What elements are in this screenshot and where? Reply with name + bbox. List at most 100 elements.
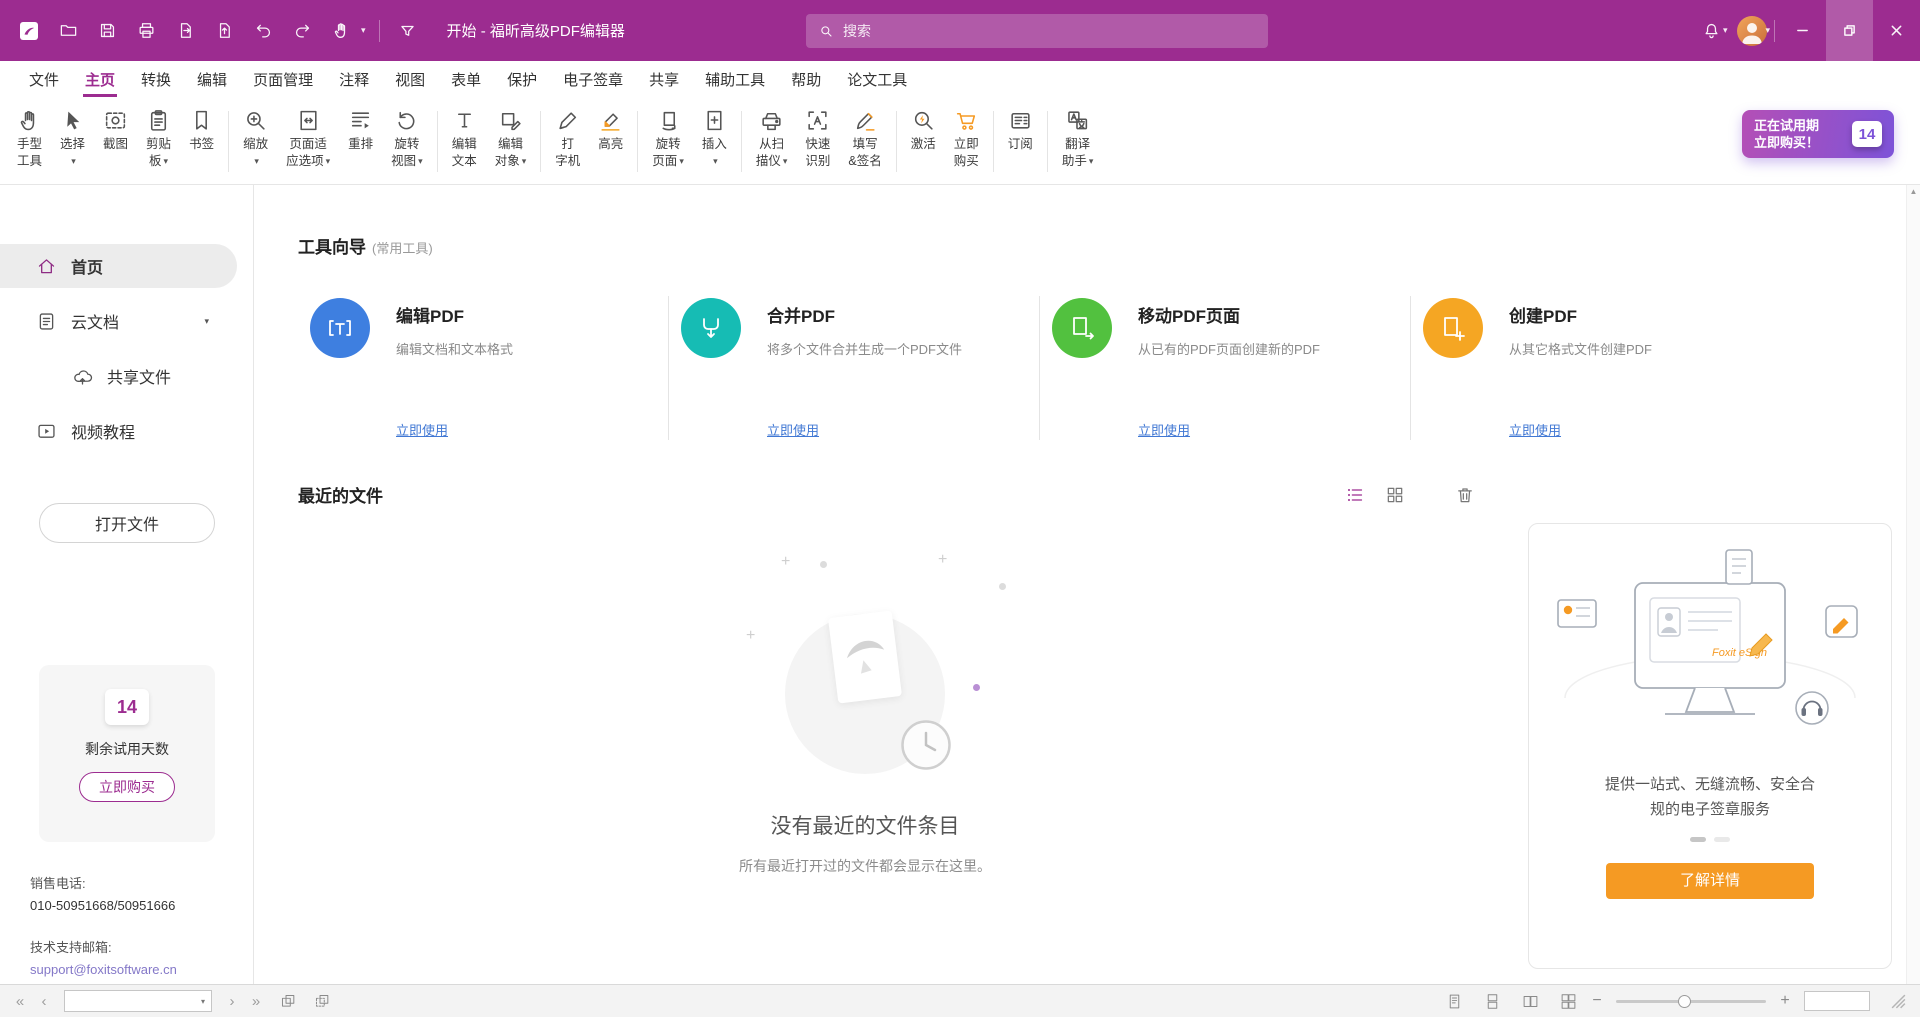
chevron-down-icon[interactable]: ▾ [204, 316, 209, 327]
use-now-link[interactable]: 立即使用 [1509, 420, 1561, 439]
filter-tool-icon[interactable] [393, 16, 423, 46]
snapshot-tool-icon[interactable] [278, 991, 298, 1011]
ribbon-edit-object[interactable]: 编辑对象▾ [486, 103, 536, 170]
search-bar[interactable] [806, 14, 1268, 48]
ribbon-from-scanner[interactable]: 从扫描仪▾ [747, 103, 797, 170]
ribbon-reflow[interactable]: 重排 [339, 103, 382, 170]
tool-card-merge-pdf[interactable]: 合并PDF 将多个文件合并生成一个PDF文件 立即使用 [669, 296, 1040, 440]
trial-banner[interactable]: 正在试用期 立即购买！ 14 [1742, 110, 1894, 158]
open-file-button[interactable]: 打开文件 [39, 503, 215, 543]
clipboard-copy-icon[interactable] [312, 991, 332, 1011]
restore-window-button[interactable] [1826, 0, 1873, 61]
ribbon-buy-now[interactable]: 立即购买 [945, 103, 988, 170]
ribbon-subscribe[interactable]: 订阅 [999, 103, 1042, 170]
tool-card-title: 编辑PDF [396, 302, 513, 327]
continuous-view-button[interactable] [1482, 991, 1502, 1011]
minimize-button[interactable] [1779, 0, 1826, 61]
chevron-down-icon[interactable]: ▾ [195, 997, 211, 1006]
open-folder-icon[interactable] [53, 16, 83, 46]
ribbon-hand-tool[interactable]: 手型工具 [8, 103, 51, 170]
page-number-input[interactable] [65, 994, 195, 1008]
menu-convert[interactable]: 转换 [128, 61, 184, 98]
use-now-link[interactable]: 立即使用 [767, 420, 819, 439]
redo-icon[interactable] [287, 16, 317, 46]
ribbon-snapshot[interactable]: 截图 [94, 103, 137, 170]
search-input[interactable] [843, 23, 1256, 39]
ribbon-zoom[interactable]: 缩放▾ [234, 103, 277, 170]
menu-home[interactable]: 主页 [72, 61, 128, 98]
menu-view[interactable]: 视图 [382, 61, 438, 98]
facing-view-button[interactable] [1520, 991, 1540, 1011]
ribbon-highlight[interactable]: 高亮 [589, 103, 632, 170]
print-icon[interactable] [131, 16, 161, 46]
ribbon-typewriter[interactable]: 打字机 [546, 103, 589, 170]
grid-view-button[interactable] [1384, 484, 1406, 506]
ribbon-bookmark[interactable]: 书签 [180, 103, 223, 170]
learn-more-button[interactable]: 了解详情 [1606, 863, 1814, 899]
tool-card-move-pdf-pages[interactable]: 移动PDF页面 从已有的PDF页面创建新的PDF 立即使用 [1040, 296, 1411, 440]
chevron-down-icon[interactable]: ▾ [1765, 25, 1770, 36]
sidebar-item-cloud-docs[interactable]: 云文档 ▾ [0, 299, 253, 343]
last-page-button[interactable]: » [248, 993, 264, 1010]
use-now-link[interactable]: 立即使用 [1138, 420, 1190, 439]
hand-tool-quick-icon[interactable] [326, 16, 356, 46]
ribbon-quick-ocr[interactable]: 快速识别 [796, 103, 839, 170]
zoom-slider-handle[interactable] [1678, 995, 1691, 1008]
menu-comment[interactable]: 注释 [326, 61, 382, 98]
insert-page-icon [702, 106, 727, 134]
menu-paper-tools[interactable]: 论文工具 [834, 61, 920, 98]
zoom-in-button[interactable]: + [1778, 992, 1792, 1010]
single-page-view-button[interactable] [1444, 991, 1464, 1011]
close-button[interactable] [1873, 0, 1920, 61]
save-icon[interactable] [92, 16, 122, 46]
chevron-down-icon[interactable]: ▾ [361, 25, 366, 36]
menu-form[interactable]: 表单 [438, 61, 494, 98]
ribbon-rotate-view[interactable]: 旋转视图▾ [382, 103, 432, 170]
ribbon-activate[interactable]: 激活 [902, 103, 945, 170]
user-avatar[interactable] [1737, 16, 1767, 46]
menu-esign[interactable]: 电子签章 [550, 61, 636, 98]
clear-recent-button[interactable] [1454, 484, 1476, 506]
tool-card-edit-pdf[interactable]: 编辑PDF 编辑文档和文本格式 立即使用 [298, 296, 669, 440]
menu-accessibility[interactable]: 辅助工具 [692, 61, 778, 98]
ribbon-edit-text[interactable]: 编辑文本 [443, 103, 486, 170]
use-now-link[interactable]: 立即使用 [396, 420, 448, 439]
vertical-scrollbar[interactable]: ▲ [1906, 185, 1920, 984]
share-document-icon[interactable] [209, 16, 239, 46]
resize-grip-icon[interactable] [1888, 991, 1908, 1011]
support-email-link[interactable]: support@foxitsoftware.cn [30, 959, 177, 981]
menu-share[interactable]: 共享 [636, 61, 692, 98]
zoom-slider[interactable] [1616, 1000, 1766, 1003]
menu-help[interactable]: 帮助 [778, 61, 834, 98]
menu-protect[interactable]: 保护 [494, 61, 550, 98]
first-page-button[interactable]: « [12, 993, 28, 1010]
tool-card-create-pdf[interactable]: 创建PDF 从其它格式文件创建PDF 立即使用 [1411, 296, 1782, 440]
previous-page-button[interactable]: ‹ [36, 993, 52, 1010]
zoom-out-button[interactable]: − [1590, 992, 1604, 1010]
ribbon-translate[interactable]: 翻译助手▾ [1053, 103, 1103, 170]
next-page-button[interactable]: › [224, 993, 240, 1010]
ribbon-fill-sign[interactable]: 填写&签名 [839, 103, 890, 170]
carousel-dot[interactable] [1714, 837, 1730, 842]
sidebar-item-video-tutorials[interactable]: 视频教程 [0, 409, 253, 453]
ribbon-clipboard[interactable]: 剪贴板▾ [137, 103, 180, 170]
undo-icon[interactable] [248, 16, 278, 46]
ribbon-rotate-pages[interactable]: 旋转页面▾ [643, 103, 693, 170]
export-pdf-icon[interactable] [170, 16, 200, 46]
facing-continuous-view-button[interactable] [1558, 991, 1578, 1011]
list-view-button[interactable] [1344, 484, 1366, 506]
main-panel: 工具向导 (常用工具) 编辑PDF 编辑文档和文本格式 立即使用 合并P [254, 185, 1906, 984]
buy-now-button[interactable]: 立即购买 [79, 772, 175, 802]
sidebar-item-shared-files[interactable]: 共享文件 [0, 354, 253, 398]
chevron-down-icon[interactable]: ▾ [1723, 25, 1728, 36]
menu-page-management[interactable]: 页面管理 [240, 61, 326, 98]
ribbon-select[interactable]: 选择▾ [51, 103, 94, 170]
page-number-box[interactable]: ▾ [64, 990, 212, 1012]
carousel-dot-active[interactable] [1690, 837, 1706, 842]
ribbon-fit-options[interactable]: 页面适应选项▾ [277, 103, 339, 170]
sidebar-item-home[interactable]: 首页 [0, 244, 237, 288]
menu-file[interactable]: 文件 [16, 61, 72, 98]
menu-edit[interactable]: 编辑 [184, 61, 240, 98]
zoom-value-box[interactable] [1804, 991, 1870, 1011]
ribbon-insert[interactable]: 插入▾ [693, 103, 736, 170]
